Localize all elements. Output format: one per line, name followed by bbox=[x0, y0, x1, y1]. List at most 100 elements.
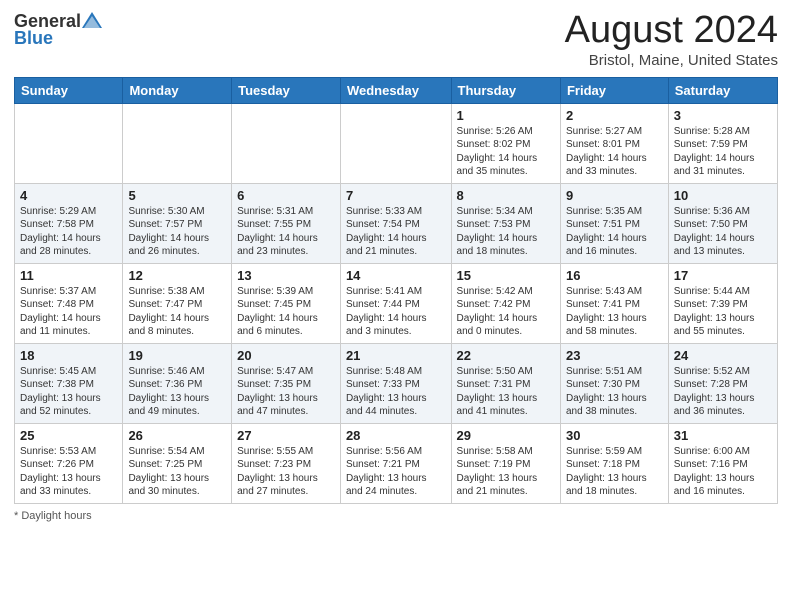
calendar-cell: 4 Sunrise: 5:29 AM Sunset: 7:58 PM Daylig… bbox=[15, 183, 123, 263]
day-number: 13 bbox=[237, 268, 335, 283]
day-info: Sunrise: 5:53 AM Sunset: 7:26 PM Dayligh… bbox=[20, 445, 117, 499]
day-number: 29 bbox=[457, 428, 555, 443]
col-header-thursday: Thursday bbox=[451, 77, 560, 103]
calendar-cell: 24 Sunrise: 5:52 AM Sunset: 7:28 PM Dayli… bbox=[668, 343, 777, 423]
col-header-friday: Friday bbox=[560, 77, 668, 103]
day-info: Sunrise: 5:28 AM Sunset: 7:59 PM Dayligh… bbox=[674, 125, 772, 179]
day-info: Sunrise: 5:35 AM Sunset: 7:51 PM Dayligh… bbox=[566, 205, 663, 259]
day-number: 31 bbox=[674, 428, 772, 443]
day-number: 30 bbox=[566, 428, 663, 443]
logo-blue-text: Blue bbox=[14, 28, 53, 49]
col-header-wednesday: Wednesday bbox=[340, 77, 451, 103]
footer-note: * Daylight hours bbox=[14, 510, 778, 522]
day-info: Sunrise: 5:48 AM Sunset: 7:33 PM Dayligh… bbox=[346, 365, 446, 419]
day-number: 21 bbox=[346, 348, 446, 363]
day-info: Sunrise: 5:29 AM Sunset: 7:58 PM Dayligh… bbox=[20, 205, 117, 259]
calendar-cell: 17Sunrise: 5:44 AM Sunset: 7:39 PM Dayli… bbox=[668, 263, 777, 343]
day-info: Sunrise: 5:52 AM Sunset: 7:28 PM Dayligh… bbox=[674, 365, 772, 419]
main-title: August 2024 bbox=[565, 10, 778, 52]
day-number: 9 bbox=[566, 188, 663, 203]
week-row-4: 18Sunrise: 5:45 AM Sunset: 7:38 PM Dayli… bbox=[15, 343, 778, 423]
day-number: 5 bbox=[128, 188, 226, 203]
day-number: 27 bbox=[237, 428, 335, 443]
day-number: 16 bbox=[566, 268, 663, 283]
day-number: 17 bbox=[674, 268, 772, 283]
header: General Blue August 2024 Bristol, Maine,… bbox=[14, 10, 778, 69]
day-number: 22 bbox=[457, 348, 555, 363]
calendar-cell: 31 Sunrise: 6:00 AM Sunset: 7:16 PM Dayli… bbox=[668, 423, 777, 503]
week-row-5: 25 Sunrise: 5:53 AM Sunset: 7:26 PM Dayli… bbox=[15, 423, 778, 503]
day-number: 26 bbox=[128, 428, 226, 443]
calendar-cell: 19 Sunrise: 5:46 AM Sunset: 7:36 PM Dayli… bbox=[123, 343, 232, 423]
col-header-saturday: Saturday bbox=[668, 77, 777, 103]
day-number: 6 bbox=[237, 188, 335, 203]
day-number: 7 bbox=[346, 188, 446, 203]
calendar-cell: 2Sunrise: 5:27 AM Sunset: 8:01 PM Daylig… bbox=[560, 103, 668, 183]
day-info: Sunrise: 5:43 AM Sunset: 7:41 PM Dayligh… bbox=[566, 285, 663, 339]
week-row-3: 11Sunrise: 5:37 AM Sunset: 7:48 PM Dayli… bbox=[15, 263, 778, 343]
calendar-cell: 13 Sunrise: 5:39 AM Sunset: 7:45 PM Dayli… bbox=[232, 263, 341, 343]
day-info: Sunrise: 5:39 AM Sunset: 7:45 PM Dayligh… bbox=[237, 285, 335, 339]
day-number: 14 bbox=[346, 268, 446, 283]
day-info: Sunrise: 5:46 AM Sunset: 7:36 PM Dayligh… bbox=[128, 365, 226, 419]
calendar-header-row: SundayMondayTuesdayWednesdayThursdayFrid… bbox=[15, 77, 778, 103]
day-info: Sunrise: 5:59 AM Sunset: 7:18 PM Dayligh… bbox=[566, 445, 663, 499]
logo-icon bbox=[81, 10, 103, 32]
day-info: Sunrise: 5:51 AM Sunset: 7:30 PM Dayligh… bbox=[566, 365, 663, 419]
sub-title: Bristol, Maine, United States bbox=[565, 52, 778, 69]
calendar-cell: 1Sunrise: 5:26 AM Sunset: 8:02 PM Daylig… bbox=[451, 103, 560, 183]
day-info: Sunrise: 5:56 AM Sunset: 7:21 PM Dayligh… bbox=[346, 445, 446, 499]
day-number: 25 bbox=[20, 428, 117, 443]
calendar-cell: 5Sunrise: 5:30 AM Sunset: 7:57 PM Daylig… bbox=[123, 183, 232, 263]
calendar-cell: 3 Sunrise: 5:28 AM Sunset: 7:59 PM Daylig… bbox=[668, 103, 777, 183]
calendar-cell: 21 Sunrise: 5:48 AM Sunset: 7:33 PM Dayli… bbox=[340, 343, 451, 423]
calendar-cell bbox=[123, 103, 232, 183]
calendar-cell bbox=[15, 103, 123, 183]
day-number: 8 bbox=[457, 188, 555, 203]
day-info: Sunrise: 5:33 AM Sunset: 7:54 PM Dayligh… bbox=[346, 205, 446, 259]
calendar-cell: 7 Sunrise: 5:33 AM Sunset: 7:54 PM Daylig… bbox=[340, 183, 451, 263]
day-number: 18 bbox=[20, 348, 117, 363]
calendar: SundayMondayTuesdayWednesdayThursdayFrid… bbox=[14, 77, 778, 504]
day-number: 20 bbox=[237, 348, 335, 363]
day-info: Sunrise: 5:54 AM Sunset: 7:25 PM Dayligh… bbox=[128, 445, 226, 499]
day-number: 10 bbox=[674, 188, 772, 203]
day-number: 4 bbox=[20, 188, 117, 203]
calendar-cell: 6 Sunrise: 5:31 AM Sunset: 7:55 PM Daylig… bbox=[232, 183, 341, 263]
day-info: Sunrise: 5:55 AM Sunset: 7:23 PM Dayligh… bbox=[237, 445, 335, 499]
day-info: Sunrise: 5:36 AM Sunset: 7:50 PM Dayligh… bbox=[674, 205, 772, 259]
col-header-sunday: Sunday bbox=[15, 77, 123, 103]
day-info: Sunrise: 5:42 AM Sunset: 7:42 PM Dayligh… bbox=[457, 285, 555, 339]
day-info: Sunrise: 6:00 AM Sunset: 7:16 PM Dayligh… bbox=[674, 445, 772, 499]
day-info: Sunrise: 5:58 AM Sunset: 7:19 PM Dayligh… bbox=[457, 445, 555, 499]
calendar-cell: 30 Sunrise: 5:59 AM Sunset: 7:18 PM Dayli… bbox=[560, 423, 668, 503]
day-info: Sunrise: 5:38 AM Sunset: 7:47 PM Dayligh… bbox=[128, 285, 226, 339]
calendar-cell: 25 Sunrise: 5:53 AM Sunset: 7:26 PM Dayli… bbox=[15, 423, 123, 503]
day-info: Sunrise: 5:31 AM Sunset: 7:55 PM Dayligh… bbox=[237, 205, 335, 259]
day-info: Sunrise: 5:37 AM Sunset: 7:48 PM Dayligh… bbox=[20, 285, 117, 339]
day-number: 3 bbox=[674, 108, 772, 123]
day-number: 24 bbox=[674, 348, 772, 363]
calendar-cell bbox=[232, 103, 341, 183]
week-row-2: 4 Sunrise: 5:29 AM Sunset: 7:58 PM Daylig… bbox=[15, 183, 778, 263]
day-info: Sunrise: 5:50 AM Sunset: 7:31 PM Dayligh… bbox=[457, 365, 555, 419]
day-info: Sunrise: 5:34 AM Sunset: 7:53 PM Dayligh… bbox=[457, 205, 555, 259]
day-number: 28 bbox=[346, 428, 446, 443]
calendar-cell: 29 Sunrise: 5:58 AM Sunset: 7:19 PM Dayli… bbox=[451, 423, 560, 503]
logo: General Blue bbox=[14, 10, 103, 49]
day-info: Sunrise: 5:41 AM Sunset: 7:44 PM Dayligh… bbox=[346, 285, 446, 339]
day-number: 19 bbox=[128, 348, 226, 363]
calendar-cell: 28 Sunrise: 5:56 AM Sunset: 7:21 PM Dayli… bbox=[340, 423, 451, 503]
calendar-cell: 27 Sunrise: 5:55 AM Sunset: 7:23 PM Dayli… bbox=[232, 423, 341, 503]
col-header-tuesday: Tuesday bbox=[232, 77, 341, 103]
calendar-cell: 18Sunrise: 5:45 AM Sunset: 7:38 PM Dayli… bbox=[15, 343, 123, 423]
calendar-cell: 16 Sunrise: 5:43 AM Sunset: 7:41 PM Dayli… bbox=[560, 263, 668, 343]
week-row-1: 1Sunrise: 5:26 AM Sunset: 8:02 PM Daylig… bbox=[15, 103, 778, 183]
calendar-cell bbox=[340, 103, 451, 183]
day-number: 15 bbox=[457, 268, 555, 283]
page: General Blue August 2024 Bristol, Maine,… bbox=[0, 0, 792, 612]
calendar-cell: 26 Sunrise: 5:54 AM Sunset: 7:25 PM Dayli… bbox=[123, 423, 232, 503]
day-number: 12 bbox=[128, 268, 226, 283]
calendar-cell: 10 Sunrise: 5:36 AM Sunset: 7:50 PM Dayli… bbox=[668, 183, 777, 263]
title-block: August 2024 Bristol, Maine, United State… bbox=[565, 10, 778, 69]
